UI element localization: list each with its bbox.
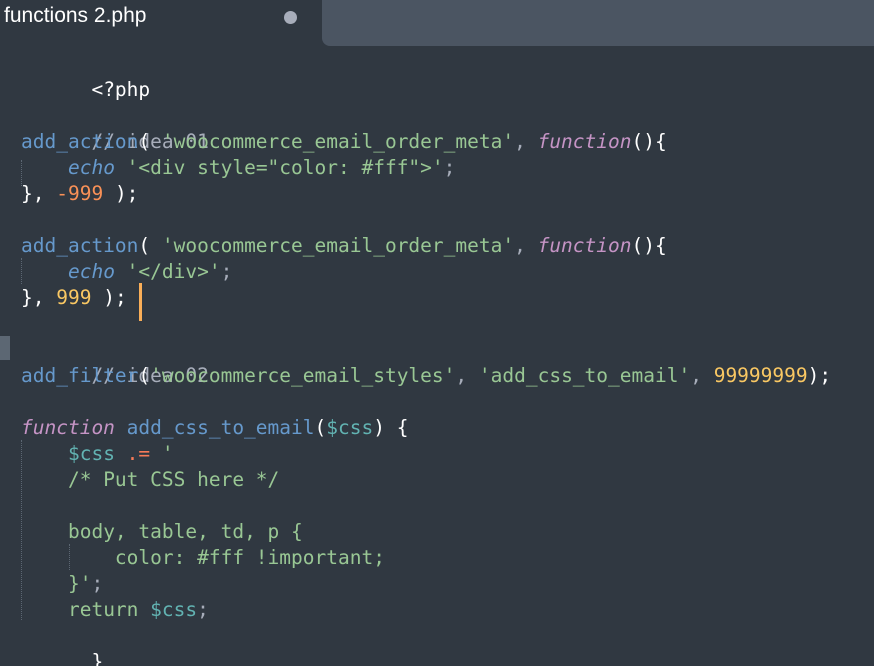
string: '<div style="color: #fff">' (114, 156, 444, 179)
string: }' (67, 572, 92, 595)
string: 'woocommerce_email_order_meta' (161, 130, 515, 153)
punctuation: (){ (631, 130, 667, 153)
variable: $css (326, 416, 374, 439)
code-line-16: $css .= ' (21, 441, 174, 467)
current-line-marker (0, 336, 10, 360)
punctuation: ) { (373, 416, 409, 439)
code-editor[interactable]: <?php // idea 01 add_action( 'woocommerc… (0, 46, 874, 666)
code-line-10: }, 999 ); (21, 285, 127, 311)
punctuation: ; (197, 598, 209, 621)
code-line-15: function add_css_to_email($css) { (21, 415, 408, 441)
code-line-4: add_action( 'woocommerce_email_order_met… (21, 129, 667, 155)
code-line-23: } (21, 623, 103, 666)
keyword: echo (67, 260, 115, 283)
punctuation: ; (443, 156, 456, 179)
function-call: add_filter (21, 364, 139, 387)
number: 999 (56, 286, 92, 309)
string: 'woocommerce_email_order_meta' (161, 234, 515, 257)
tab-bar-empty-area (322, 0, 874, 46)
punctuation: ); (103, 182, 139, 205)
punctuation: }, (21, 286, 57, 309)
circle-icon[interactable] (284, 11, 297, 24)
punctuation: , (455, 364, 479, 387)
keyword: function (537, 234, 632, 257)
code-line-6: }, -999 ); (21, 181, 138, 207)
code-line-21: }'; (21, 571, 103, 597)
punctuation: ; (91, 572, 104, 595)
code-line-5: echo '<div style="color: #fff">'; (21, 155, 455, 181)
punctuation: ); (807, 364, 832, 387)
tab-title: functions 2.php (4, 4, 147, 27)
punctuation: ( (138, 234, 162, 257)
punctuation: ); (91, 286, 127, 309)
editor-window: functions 2.php <?php // idea 01 add_act… (0, 0, 874, 666)
keyword: echo (67, 156, 115, 179)
punctuation: ( (138, 364, 151, 387)
punctuation: ; (220, 260, 233, 283)
variable: $css (67, 442, 115, 465)
string: color: #fff !important; (114, 546, 385, 569)
tab-bar: functions 2.php (0, 0, 874, 46)
code-line-20: color: #fff !important; (21, 545, 385, 571)
string: '</div>' (114, 260, 221, 283)
string: ' (161, 442, 174, 465)
code-line-22: return $css; (21, 597, 209, 623)
function-call: add_action (21, 234, 139, 257)
code-line-13: add_filter('woocommerce_email_styles', '… (21, 363, 831, 389)
number: -999 (56, 182, 104, 205)
code-line-1: <?php (21, 51, 150, 101)
variable: $css (138, 598, 198, 621)
function-name: add_css_to_email (114, 416, 315, 439)
text-caret (139, 283, 142, 321)
punctuation: ( (314, 416, 327, 439)
punctuation: }, (21, 182, 57, 205)
code-line-17: /* Put CSS here */ (21, 467, 279, 493)
punctuation: , (514, 130, 538, 153)
number: 99999999 (713, 364, 808, 387)
keyword: function (21, 416, 115, 439)
code-line-12: // idea 02 (21, 337, 208, 387)
php-open-tag: <?php (91, 78, 151, 101)
punctuation: , (514, 234, 538, 257)
punctuation: ( (138, 130, 162, 153)
code-line-19: body, table, td, p { (21, 519, 303, 545)
punctuation: (){ (631, 234, 667, 257)
punctuation: } (91, 650, 104, 666)
code-line-9: echo '</div>'; (21, 259, 232, 285)
string: body, table, td, p { (67, 520, 303, 543)
tab-functions-2-php[interactable]: functions 2.php (0, 0, 322, 46)
keyword: function (537, 130, 632, 153)
operator: .= (114, 442, 162, 465)
string: 'add_css_to_email' (478, 364, 691, 387)
keyword: return (67, 598, 139, 621)
punctuation: , (690, 364, 714, 387)
code-line-3: // idea 01 (21, 103, 208, 153)
string: /* Put CSS here */ (67, 468, 280, 491)
function-call: add_action (21, 130, 139, 153)
code-line-8: add_action( 'woocommerce_email_order_met… (21, 233, 667, 259)
string: 'woocommerce_email_styles' (150, 364, 456, 387)
